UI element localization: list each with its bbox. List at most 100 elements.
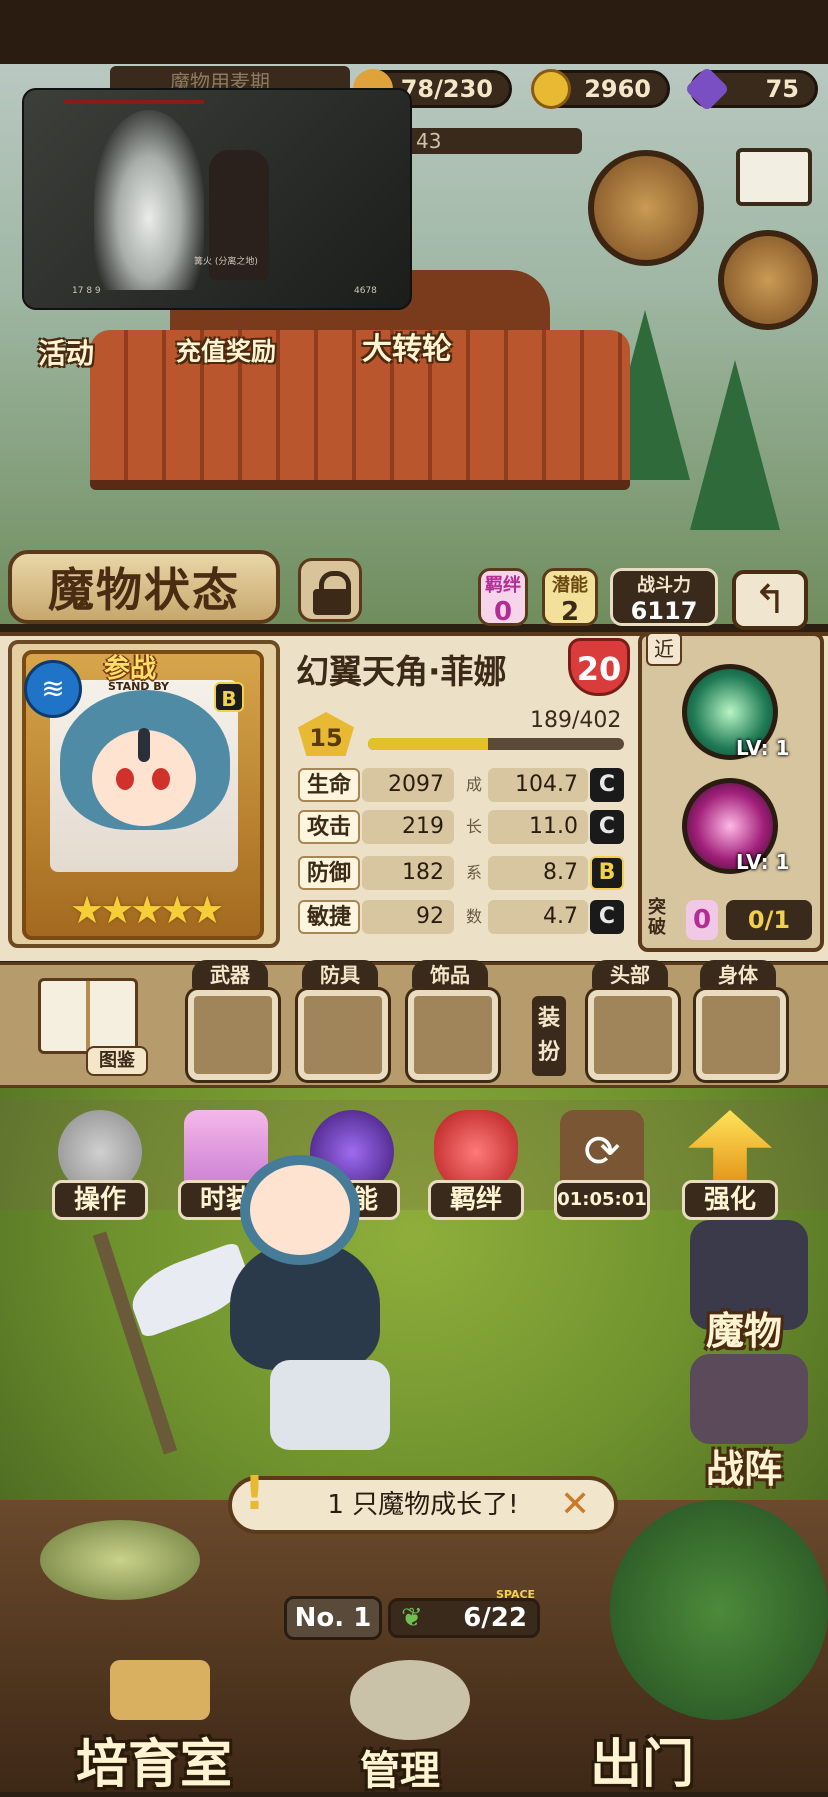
weapon-slot[interactable] xyxy=(188,990,278,1080)
encyclopedia-button[interactable]: 图鉴 xyxy=(86,1046,148,1076)
stat-label: 攻击 xyxy=(298,810,360,844)
growth-value: 11.0 xyxy=(488,810,588,844)
field-monster-head xyxy=(240,1155,360,1265)
stat-label: 生命 xyxy=(298,768,360,802)
manage-button[interactable]: 管理 xyxy=(360,1738,440,1796)
stat-value: 92 xyxy=(362,900,454,934)
armor-slot[interactable] xyxy=(298,990,388,1080)
skill-level: LV: 1 xyxy=(736,736,790,760)
stat-value: 2097 xyxy=(362,768,454,802)
video-hp-bar xyxy=(64,100,204,104)
monster-eye xyxy=(116,768,134,790)
growth-char: 长 xyxy=(466,817,483,836)
growth-value: 8.7 xyxy=(488,856,588,890)
gold-coin-icon xyxy=(531,69,571,109)
keys-icon xyxy=(350,1660,470,1740)
top-dark-bar xyxy=(0,0,828,64)
rank-badge: B xyxy=(214,682,244,712)
slot-label: 武器 xyxy=(192,960,268,990)
head-slot[interactable] xyxy=(588,990,678,1080)
growth-grade: C xyxy=(590,900,624,934)
tree-icon xyxy=(610,1500,828,1720)
slot-label: 饰品 xyxy=(412,960,488,990)
book-icon[interactable] xyxy=(38,978,138,1054)
pine-tree xyxy=(690,360,780,530)
leaf-icon: ❦ xyxy=(401,1603,423,1633)
monsters-button[interactable]: 魔物 xyxy=(706,1300,782,1355)
enhance-button[interactable]: 强化 xyxy=(682,1110,778,1220)
growth-char: 数 xyxy=(466,907,483,926)
range-badge: 近 xyxy=(646,632,682,666)
shield-level-badge: 20 xyxy=(568,638,630,696)
backpack-icon[interactable] xyxy=(718,230,818,330)
potential-chip[interactable]: 潜能 2 xyxy=(542,568,598,627)
video-bottom-left: 17 8 9 xyxy=(72,286,101,296)
growth-value: 4.7 xyxy=(488,900,588,934)
break-label: 突破 xyxy=(648,897,666,938)
nursery-button[interactable]: 培育室 xyxy=(76,1722,232,1797)
video-cave xyxy=(94,110,204,290)
event-recharge-button[interactable]: 充值奖励 xyxy=(176,332,276,368)
stat-row-attack: 攻击 219 长 11.0 C xyxy=(298,810,628,846)
mail-icon[interactable] xyxy=(736,148,812,206)
monster-name: 幻翼天角·菲娜 xyxy=(296,652,507,691)
event-wheel-button[interactable]: 大转轮 xyxy=(362,324,452,368)
star-rating: ★★★★★ xyxy=(70,888,224,932)
hay-bale-icon xyxy=(110,1660,210,1720)
lock-icon[interactable] xyxy=(298,558,362,622)
stat-row-hp: 生命 2097 成 104.7 C xyxy=(298,768,628,804)
water-element-icon: ≋ xyxy=(24,660,82,718)
slot-label: 防具 xyxy=(302,960,378,990)
stat-row-agility: 敏捷 92 数 4.7 C xyxy=(298,900,628,936)
field-monster-legs xyxy=(270,1360,390,1450)
dress-up-label: 装扮 xyxy=(532,996,566,1076)
slot-label: 头部 xyxy=(592,960,668,990)
growth-char: 成 xyxy=(466,775,483,794)
growth-grade: C xyxy=(590,768,624,802)
operate-button[interactable]: 操作 xyxy=(52,1110,148,1220)
gold-counter[interactable]: 2960 xyxy=(531,69,670,109)
page-title: 魔物状态 xyxy=(8,550,280,624)
stat-label: 防御 xyxy=(298,856,360,890)
standby-sub-label: STAND BY xyxy=(108,680,169,693)
accessory-slot[interactable] xyxy=(408,990,498,1080)
slot-label: 身体 xyxy=(700,960,776,990)
space-counter: ❦ 6/22 xyxy=(388,1598,540,1638)
video-overlay[interactable]: 篝火 (分离之地) 17 8 9 4678 xyxy=(22,88,412,310)
alert-icon: ! xyxy=(244,1466,265,1520)
stat-value: 219 xyxy=(362,810,454,844)
exp-bar-fill xyxy=(368,738,489,750)
growth-grade: B xyxy=(590,856,624,890)
egg-icon xyxy=(40,1520,200,1600)
video-bottom-right: 4678 xyxy=(354,286,377,296)
gem-counter[interactable]: 75 xyxy=(684,66,818,112)
video-center-text: 篝火 (分离之地) xyxy=(194,257,258,267)
stat-row-defense: 防御 182 系 8.7 B xyxy=(298,856,628,892)
monster-eye xyxy=(152,768,170,790)
break-count[interactable]: 0/1 xyxy=(726,900,812,940)
formation-group-icon xyxy=(690,1354,808,1444)
skill-level: LV: 1 xyxy=(736,850,790,874)
return-arrow-icon[interactable]: ↰ xyxy=(732,570,808,630)
body-slot[interactable] xyxy=(696,990,786,1080)
bond-chip[interactable]: 羁绊 0 xyxy=(478,568,528,627)
growth-value: 104.7 xyxy=(488,768,588,802)
stable-roof xyxy=(90,330,630,490)
stat-label: 敏捷 xyxy=(298,900,360,934)
growth-grade: C xyxy=(590,810,624,844)
exp-bar xyxy=(368,738,624,750)
formation-button[interactable]: 战阵 xyxy=(706,1438,782,1493)
break-value: 0 xyxy=(686,900,718,940)
close-icon[interactable]: ✕ xyxy=(560,1484,590,1525)
bond-button[interactable]: 羁绊 xyxy=(428,1110,524,1220)
refresh-timer-button[interactable]: ⟳ 01:05:01 xyxy=(554,1110,650,1220)
event-activity-button[interactable]: 活动 xyxy=(38,332,94,372)
quest-scroll-icon[interactable] xyxy=(588,150,704,266)
horn-icon xyxy=(138,728,150,762)
exit-button[interactable]: 出门 xyxy=(590,1722,694,1797)
growth-char: 系 xyxy=(466,863,483,882)
exp-text: 189/402 xyxy=(530,708,622,733)
stat-value: 182 xyxy=(362,856,454,890)
power-chip: 战斗力 6117 xyxy=(610,568,718,626)
field-number: No. 1 xyxy=(284,1596,382,1640)
